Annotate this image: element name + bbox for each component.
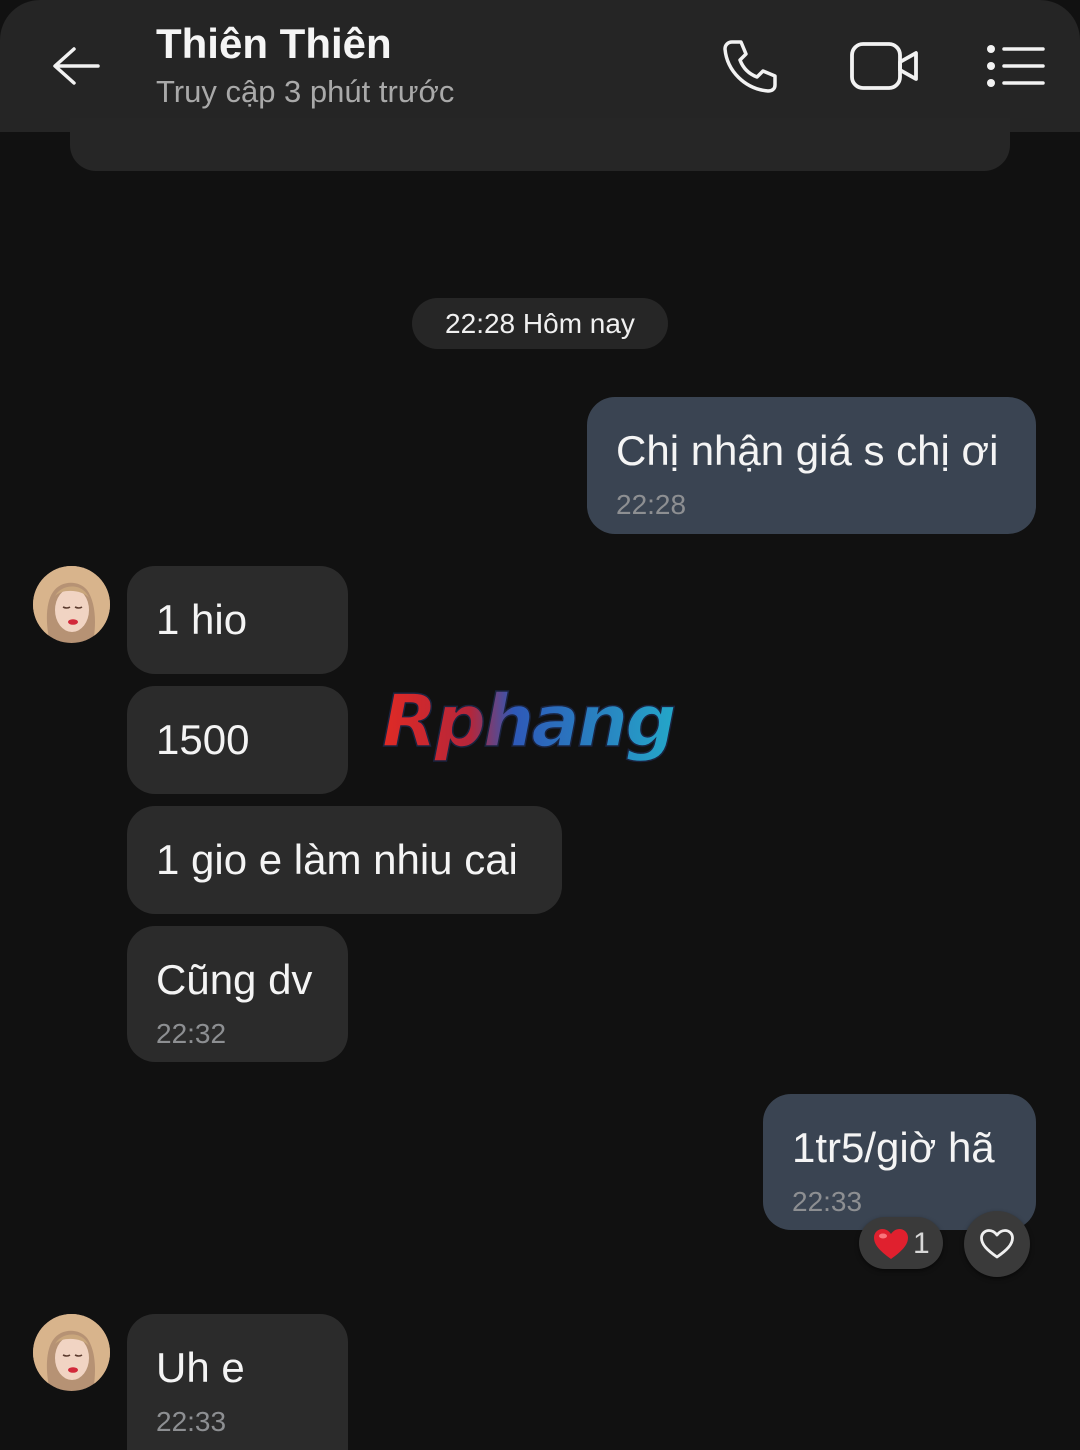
message-time: 22:33 bbox=[792, 1186, 863, 1217]
arrow-left-icon bbox=[53, 47, 100, 85]
chat-header: Thiên Thiên Truy cập 3 phút trước bbox=[0, 0, 1080, 132]
conversation-menu-button[interactable] bbox=[984, 34, 1048, 98]
reaction-count: 1 bbox=[913, 1227, 930, 1260]
message-time: 22:32 bbox=[156, 1018, 227, 1049]
message-bubble-outgoing[interactable]: 1tr5/giờ hã 22:33 bbox=[763, 1094, 1036, 1230]
message-time: 22:33 bbox=[156, 1406, 227, 1437]
message-bubble-incoming[interactable]: 1 hio bbox=[127, 566, 348, 674]
watermark-logo: Rphang bbox=[381, 680, 679, 764]
back-button[interactable] bbox=[44, 34, 108, 98]
contact-avatar[interactable] bbox=[33, 566, 110, 643]
message-bubble-incoming[interactable]: 1 gio e làm nhiu cai bbox=[127, 806, 562, 914]
svg-text:Rphang: Rphang bbox=[382, 680, 675, 763]
list-menu-icon bbox=[987, 45, 1045, 87]
message-text: Uh e bbox=[156, 1344, 245, 1391]
heart-outline-icon bbox=[980, 1229, 1014, 1259]
message-text: Chị nhận giá s chị ơi bbox=[616, 427, 999, 474]
pinned-banner[interactable] bbox=[70, 118, 1010, 171]
video-call-button[interactable] bbox=[850, 34, 920, 98]
message-bubble-incoming[interactable]: Cũng dv 22:32 bbox=[127, 926, 348, 1062]
message-text: 1 gio e làm nhiu cai bbox=[156, 836, 518, 883]
date-separator: 22:28 Hôm nay bbox=[412, 298, 668, 349]
message-bubble-incoming[interactable]: 1500 bbox=[127, 686, 348, 794]
message-bubble-outgoing[interactable]: Chị nhận giá s chị ơi 22:28 bbox=[587, 397, 1036, 534]
message-time: 22:28 bbox=[616, 489, 687, 520]
voice-call-button[interactable] bbox=[718, 34, 782, 98]
message-bubble-incoming[interactable]: Uh e 22:33 bbox=[127, 1314, 348, 1450]
contact-avatar[interactable] bbox=[33, 1314, 110, 1391]
phone-icon bbox=[723, 40, 777, 93]
message-text: 1500 bbox=[156, 716, 250, 763]
last-seen-status: Truy cập 3 phút trước bbox=[156, 74, 455, 109]
contact-name[interactable]: Thiên Thiên bbox=[156, 20, 392, 68]
message-text: 1 hio bbox=[156, 596, 248, 643]
message-text: 1tr5/giờ hã bbox=[792, 1124, 995, 1171]
video-camera-icon bbox=[850, 42, 918, 90]
react-button[interactable] bbox=[964, 1211, 1030, 1277]
message-text: Cũng dv bbox=[156, 956, 313, 1003]
reaction-summary[interactable]: 1 bbox=[859, 1217, 943, 1269]
heart-icon bbox=[874, 1229, 908, 1259]
